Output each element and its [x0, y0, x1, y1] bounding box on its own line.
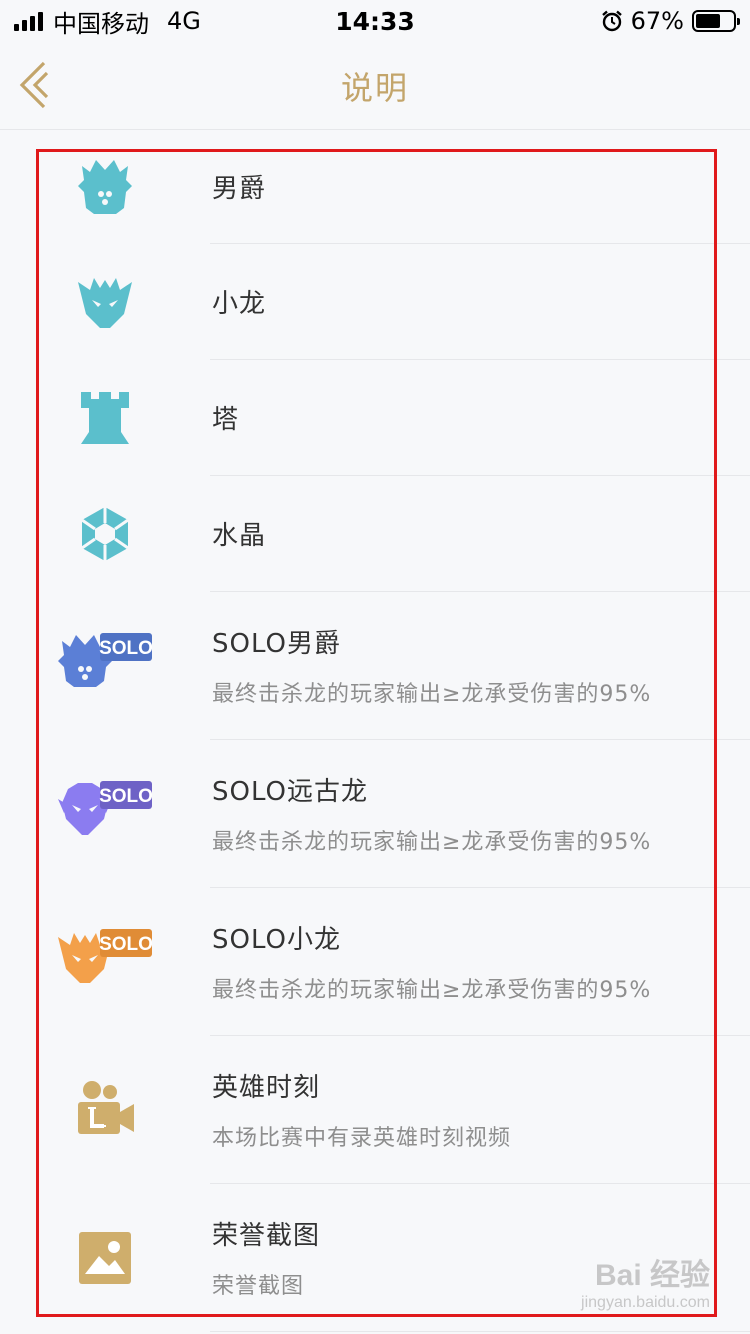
solo-dragon-icon: SOLO	[58, 929, 152, 983]
list-item-tower: 塔	[0, 360, 750, 476]
item-desc: 最终击杀龙的玩家输出≥龙承受伤害的95%	[212, 682, 652, 707]
status-bar: 中国移动 4G 14:33 67%	[0, 0, 750, 42]
carrier-label: 中国移动	[53, 9, 149, 38]
watermark-main: Bai 经验	[594, 1259, 710, 1292]
solo-badge: SOLO	[99, 786, 152, 807]
list-item-solo-baron: SOLO SOLO男爵 最终击杀龙的玩家输出≥龙承受伤害的95%	[0, 592, 750, 740]
list-item-solo-elder-dragon: SOLO SOLO远古龙 最终击杀龙的玩家输出≥龙承受伤害的95%	[0, 740, 750, 888]
item-title: 小龙	[212, 289, 267, 319]
item-title: 水晶	[212, 521, 267, 551]
dragon-icon	[78, 278, 132, 328]
item-title: 英雄时刻	[212, 1073, 321, 1103]
nav-bar: 说明	[0, 42, 750, 130]
page-title: 说明	[340, 68, 409, 107]
solo-badge: SOLO	[99, 934, 152, 955]
item-title: SOLO小龙	[212, 925, 341, 955]
item-desc: 最终击杀龙的玩家输出≥龙承受伤害的95%	[212, 830, 652, 855]
solo-badge: SOLO	[99, 638, 152, 659]
watermark-sub: jingyan.baidu.com	[581, 1294, 710, 1311]
status-right: 67%	[476, 7, 740, 35]
status-time: 14:33	[335, 6, 415, 36]
list-item-baron: 男爵	[0, 130, 750, 244]
battery-icon	[691, 10, 740, 32]
back-button[interactable]	[18, 60, 62, 110]
list-item-crystal: 水晶	[0, 476, 750, 592]
tower-icon	[81, 392, 129, 444]
list-item-dragon: 小龙	[0, 244, 750, 360]
item-title: SOLO远古龙	[212, 777, 368, 807]
solo-elder-dragon-icon: SOLO	[58, 781, 152, 835]
item-desc: 最终击杀龙的玩家输出≥龙承受伤害的95%	[212, 978, 652, 1003]
honor-screenshot-icon	[79, 1232, 131, 1284]
list-item-solo-dragon: SOLO SOLO小龙 最终击杀龙的玩家输出≥龙承受伤害的95%	[0, 888, 750, 1036]
solo-baron-icon: SOLO	[58, 633, 152, 687]
item-title: 塔	[212, 405, 240, 435]
signal-icon	[14, 11, 43, 31]
chevron-left-icon	[19, 61, 48, 109]
item-title: SOLO男爵	[212, 629, 341, 659]
alarm-clock-icon	[601, 10, 622, 32]
crystal-icon	[81, 507, 129, 561]
watermark: Bai 经验 jingyan.baidu.com	[581, 1250, 710, 1312]
item-title: 荣誉截图	[212, 1221, 321, 1251]
legend-list: 男爵 小龙 塔 水晶 SOLO SOLO男爵 最终击杀龙的玩家输出≥龙承受伤害的…	[0, 130, 750, 1332]
item-title: 男爵	[212, 174, 267, 204]
item-desc: 本场比赛中有录英雄时刻视频	[212, 1126, 512, 1151]
list-item-hero-moment: 英雄时刻 本场比赛中有录英雄时刻视频	[0, 1036, 750, 1184]
network-label: 4G	[167, 7, 201, 35]
status-left: 中国移动 4G	[14, 4, 274, 39]
battery-fill	[695, 14, 721, 28]
baron-icon	[78, 160, 132, 214]
battery-percent: 67%	[630, 7, 684, 35]
hero-moment-icon	[78, 1081, 134, 1134]
